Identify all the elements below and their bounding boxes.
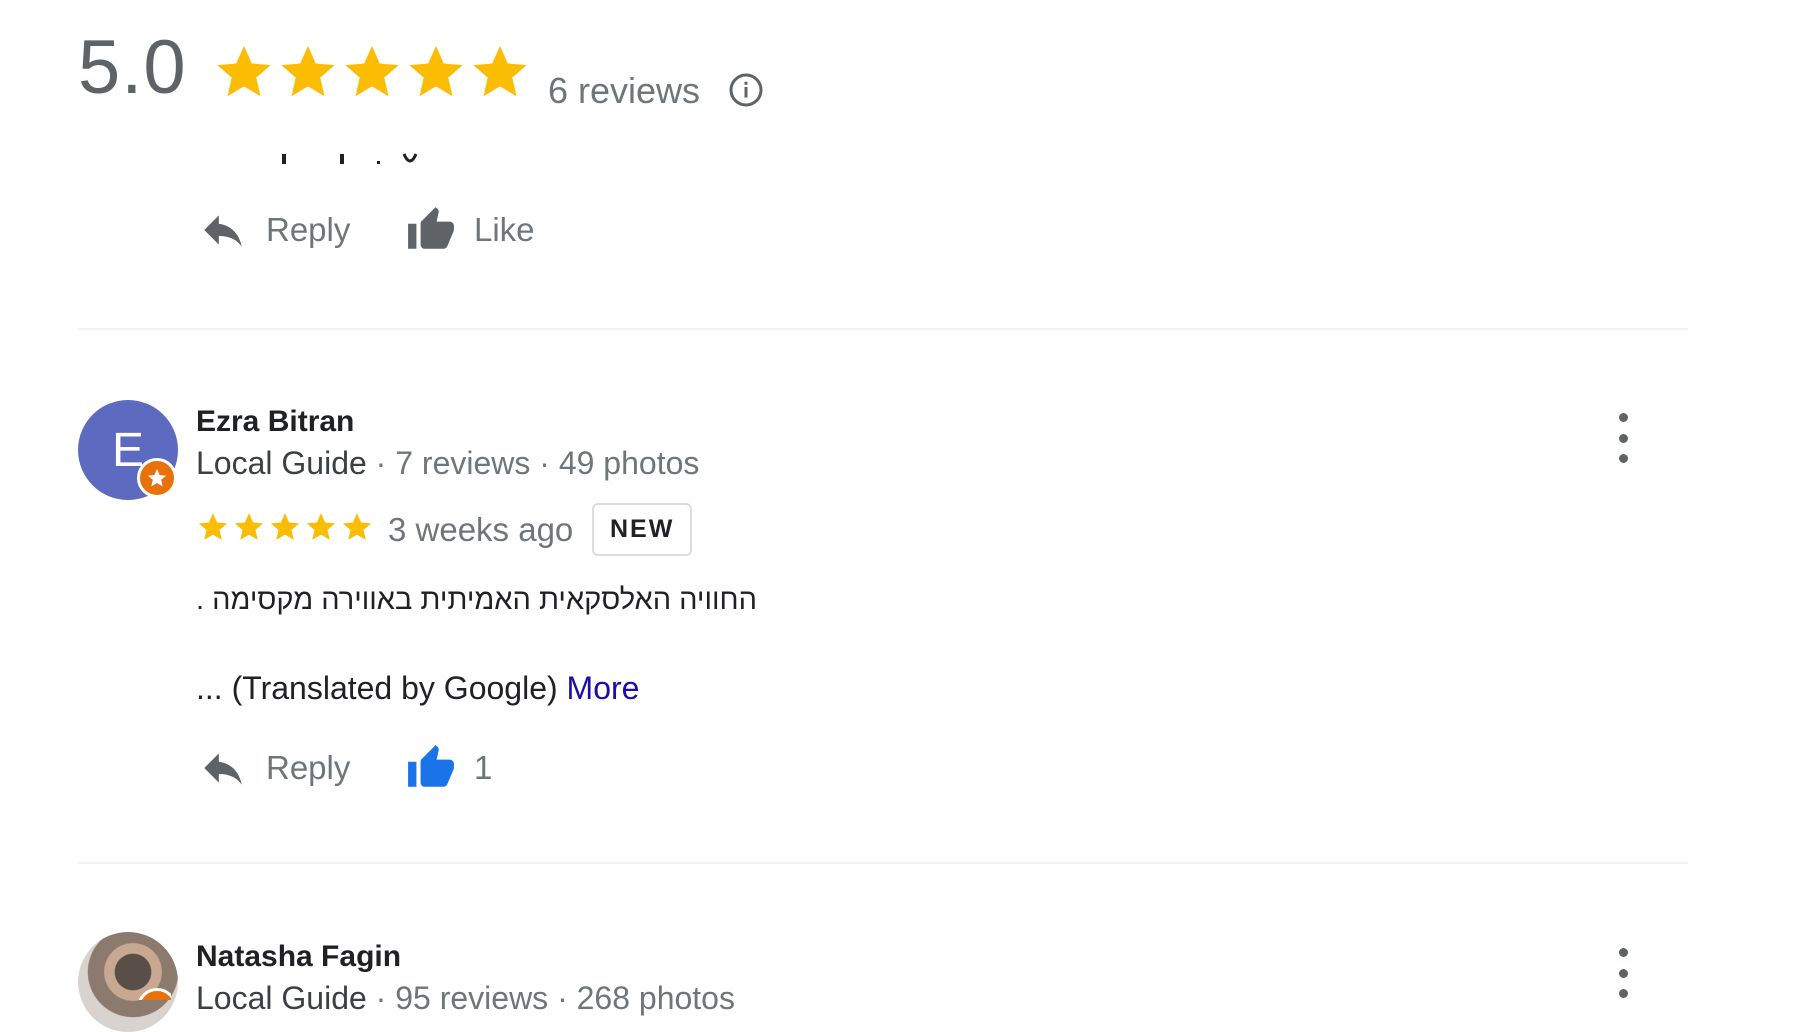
more-vert-icon[interactable] [1613, 413, 1633, 463]
review-time: 3 weeks ago [388, 511, 574, 548]
reviewer-meta[interactable]: Local Guide · 95 reviews · 268 photos [196, 980, 735, 1017]
reviewer-stats: · 95 reviews · 268 photos [366, 980, 735, 1016]
reply-button[interactable]: Reply [198, 205, 350, 255]
star-icon [304, 510, 338, 544]
previous-review-text-fragment [190, 150, 450, 172]
star-icon [268, 510, 302, 544]
overall-rating: 5.0 [78, 25, 187, 110]
avatar[interactable] [78, 932, 178, 1032]
thumbs-up-icon [406, 205, 456, 255]
local-guide-label: Local Guide [196, 980, 367, 1016]
divider [78, 862, 1688, 864]
local-guide-badge-icon [137, 988, 171, 1000]
reviewer-meta[interactable]: Local Guide · 7 reviews · 49 photos [196, 445, 699, 482]
star-icon [340, 510, 374, 544]
star-icon [212, 40, 276, 104]
translated-text: ... (Translated by Google) More [196, 670, 639, 707]
like-count: 1 [474, 749, 493, 786]
reviewer-name[interactable]: Ezra Bitran [196, 405, 354, 439]
reply-button[interactable]: Reply [198, 743, 350, 793]
reviewer-name[interactable]: Natasha Fagin [196, 940, 401, 974]
star-icon [404, 40, 468, 104]
thumbs-up-icon [406, 743, 456, 793]
star-icon [196, 510, 230, 544]
overall-star-rating [212, 40, 532, 104]
star-icon [340, 40, 404, 104]
star-icon [276, 40, 340, 104]
like-button[interactable]: Like [406, 205, 535, 255]
like-button[interactable]: 1 [406, 743, 492, 793]
reply-icon [198, 205, 248, 255]
review-star-rating [196, 510, 374, 544]
new-badge: NEW [592, 503, 693, 556]
more-vert-icon[interactable] [1613, 948, 1633, 998]
divider [78, 328, 1688, 330]
star-icon [232, 510, 266, 544]
reply-icon [198, 743, 248, 793]
local-guide-label: Local Guide [196, 445, 367, 481]
star-icon [468, 40, 532, 104]
translated-label: ... (Translated by Google) [196, 670, 558, 706]
review-text: החוויה האלסקאית האמיתית באווירה מקסימה . [196, 584, 757, 616]
local-guide-badge-icon [137, 458, 177, 498]
reviews-count[interactable]: 6 reviews [548, 70, 700, 112]
reviewer-stats: · 7 reviews · 49 photos [366, 445, 700, 481]
info-icon[interactable] [728, 72, 764, 108]
more-link[interactable]: More [567, 670, 640, 706]
